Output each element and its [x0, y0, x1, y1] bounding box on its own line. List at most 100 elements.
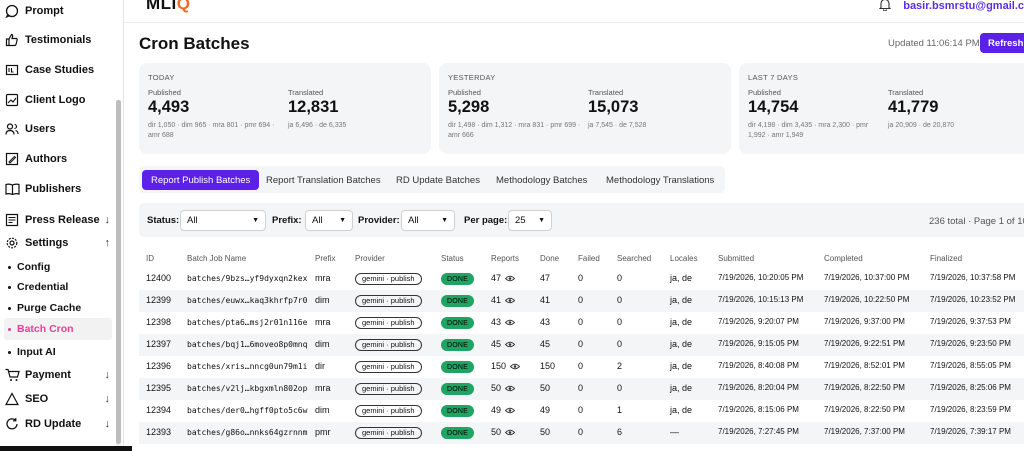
tab-report-publish-batches[interactable]: Report Publish Batches — [142, 170, 260, 190]
sidebar-item-label: Payment — [25, 369, 71, 381]
select-value: All — [312, 215, 323, 226]
col-status[interactable]: Status — [441, 254, 464, 263]
prefix-select[interactable]: All ▼ — [305, 210, 353, 231]
cell-reports[interactable]: 50 — [491, 427, 516, 438]
published-label: Published — [748, 88, 781, 97]
eye-icon[interactable] — [509, 362, 521, 372]
cell-failed: 0 — [578, 405, 584, 415]
sidebar-subitem-credential[interactable]: Credential — [8, 281, 68, 293]
col-locales[interactable]: Locales — [670, 254, 698, 263]
sidebar-item-users[interactable]: Users — [4, 118, 116, 140]
eye-icon[interactable] — [504, 296, 516, 306]
sidebar-item-authors[interactable]: Authors — [4, 148, 116, 170]
sidebar-subitem-purge-cache[interactable]: Purge Cache — [8, 302, 81, 314]
table-row[interactable]: 12399 batches/euwx…kaq3khrfp7r0 dim ja, de 4… — [139, 290, 1024, 312]
col-done[interactable]: Done — [540, 254, 559, 263]
table-row[interactable]: 12395 batches/v2lj…kbgxmln802op mra ja, de 5… — [139, 378, 1024, 400]
table-row[interactable]: 12400 batches/9bzs…yf9dyxqn2kex mra ja, de 4… — [139, 268, 1024, 290]
brand-logo[interactable]: MLIQ — [146, 0, 191, 14]
col-submitted[interactable]: Submitted — [718, 254, 754, 263]
sidebar-subitem-input-ai[interactable]: Input AI — [8, 346, 56, 358]
col-finalized[interactable]: Finalized — [930, 254, 962, 263]
eye-icon[interactable] — [504, 384, 516, 394]
table-row[interactable]: 12398 batches/pta6…msj2r01n116e mra ja, de 4… — [139, 312, 1024, 334]
cell-submitted: 7/19/2026, 8:15:06 PM — [718, 405, 799, 414]
sidebar-item-client-logo[interactable]: Client Logo — [4, 89, 116, 111]
sidebar-item-press-release[interactable]: Press Release ↓ — [4, 209, 116, 231]
bullet-icon — [8, 306, 11, 310]
cell-name: batches/g86o…nnks64gzrnnm — [187, 428, 308, 437]
tab-methodology-translations[interactable]: Methodology Translations — [606, 170, 714, 190]
tab-rd-update-batches[interactable]: RD Update Batches — [396, 170, 480, 190]
translated-count: 41,779 — [888, 98, 939, 116]
bullet-icon — [8, 285, 11, 289]
col-failed[interactable]: Failed — [578, 254, 600, 263]
eye-icon[interactable] — [504, 428, 516, 438]
col-id[interactable]: ID — [146, 254, 154, 263]
cell-finalized: 7/19/2026, 9:23:50 PM — [930, 339, 1011, 348]
col-prefix[interactable]: Prefix — [315, 254, 335, 263]
scrollbar-thumb[interactable] — [116, 100, 121, 444]
cell-reports[interactable]: 41 — [491, 295, 516, 306]
col-provider[interactable]: Provider — [355, 254, 385, 263]
cell-failed: 0 — [578, 427, 584, 437]
status-select[interactable]: All ▼ — [180, 210, 266, 231]
table-row[interactable]: 12397 batches/bqj1…6moveo8p0mnq dim ja, de 4… — [139, 334, 1024, 356]
table-row[interactable]: 12394 batches/der0…hgff0pto5c6w dim ja, de 4… — [139, 400, 1024, 422]
cell-done: 45 — [540, 339, 551, 349]
eye-icon[interactable] — [504, 318, 516, 328]
eye-icon[interactable] — [504, 274, 516, 284]
stat-card-last-7-days: LAST 7 DAYS Published 14,754 dir 4,198 ·… — [739, 63, 1024, 154]
cell-reports[interactable]: 47 — [491, 273, 516, 284]
col-completed[interactable]: Completed — [824, 254, 863, 263]
cell-reports[interactable]: 43 — [491, 317, 516, 328]
sidebar-item-testimonials[interactable]: Testimonials — [4, 29, 116, 51]
book-icon — [4, 181, 20, 197]
chevron-down-icon[interactable]: ↓ — [105, 418, 111, 430]
sidebar-item-prompt[interactable]: Prompt — [4, 0, 116, 22]
perpage-select[interactable]: 25 ▼ — [508, 210, 552, 231]
refresh-button[interactable]: Refresh — [980, 33, 1024, 53]
cell-locales: ja, de — [670, 383, 693, 393]
bell-icon[interactable] — [878, 0, 892, 14]
eye-icon[interactable] — [504, 406, 516, 416]
cell-reports[interactable]: 49 — [491, 405, 516, 416]
chevron-down-icon[interactable]: ↓ — [105, 369, 111, 381]
sidebar-item-payment[interactable]: Payment ↓ — [4, 364, 116, 386]
cell-prefix: dim — [315, 339, 330, 349]
cell-completed: 7/19/2026, 7:37:00 PM — [824, 427, 905, 436]
eye-icon[interactable] — [504, 340, 516, 350]
cell-searched: 1 — [617, 405, 623, 415]
tab-methodology-batches[interactable]: Methodology Batches — [496, 170, 587, 190]
cell-submitted: 7/19/2026, 9:20:07 PM — [718, 317, 799, 326]
cell-reports[interactable]: 45 — [491, 339, 516, 350]
col-batch-job-name[interactable]: Batch Job Name — [187, 254, 246, 263]
sidebar-subitem-config[interactable]: Config — [8, 261, 50, 273]
cell-name: batches/bqj1…6moveo8p0mnq — [187, 340, 308, 349]
sidebar-subitem-label: Batch Cron — [17, 323, 74, 335]
sidebar-item-rd-update[interactable]: RD Update ↓ — [4, 413, 116, 435]
cell-reports[interactable]: 50 — [491, 383, 516, 394]
cell-submitted: 7/19/2026, 7:27:45 PM — [718, 427, 799, 436]
cell-locales: ja, de — [670, 361, 693, 371]
chevron-down-icon[interactable]: ↓ — [105, 214, 111, 226]
provider-badge: gemini · publish — [355, 427, 422, 439]
cell-finalized: 7/19/2026, 8:25:06 PM — [930, 383, 1011, 392]
user-email[interactable]: basir.bsmrstu@gmail.c — [903, 0, 1024, 12]
sidebar-subitem-batch-cron[interactable]: Batch Cron — [8, 323, 74, 335]
col-searched[interactable]: Searched — [617, 254, 651, 263]
sidebar-subitem-label: Purge Cache — [17, 302, 82, 314]
provider-select[interactable]: All ▼ — [401, 210, 455, 231]
col-reports[interactable]: Reports — [491, 254, 519, 263]
cell-reports[interactable]: 150 — [491, 361, 521, 372]
chevron-down-icon[interactable]: ↓ — [105, 393, 111, 405]
sidebar-item-seo[interactable]: SEO ↓ — [4, 388, 116, 410]
cell-submitted: 7/19/2026, 10:20:05 PM — [718, 273, 804, 282]
sidebar-item-publishers[interactable]: Publishers — [4, 178, 116, 200]
table-row[interactable]: 12393 batches/g86o…nnks64gzrnnm pmr — 50 0 6 7/… — [139, 422, 1024, 444]
sidebar-item-settings[interactable]: Settings ↑ — [4, 232, 116, 254]
sidebar-item-case-studies[interactable]: Case Studies — [4, 59, 116, 81]
tab-report-translation-batches[interactable]: Report Translation Batches — [266, 170, 381, 190]
chevron-up-icon[interactable]: ↑ — [105, 237, 111, 249]
table-row[interactable]: 12396 batches/xris…nncg0un79m1i dir ja, de 1… — [139, 356, 1024, 378]
